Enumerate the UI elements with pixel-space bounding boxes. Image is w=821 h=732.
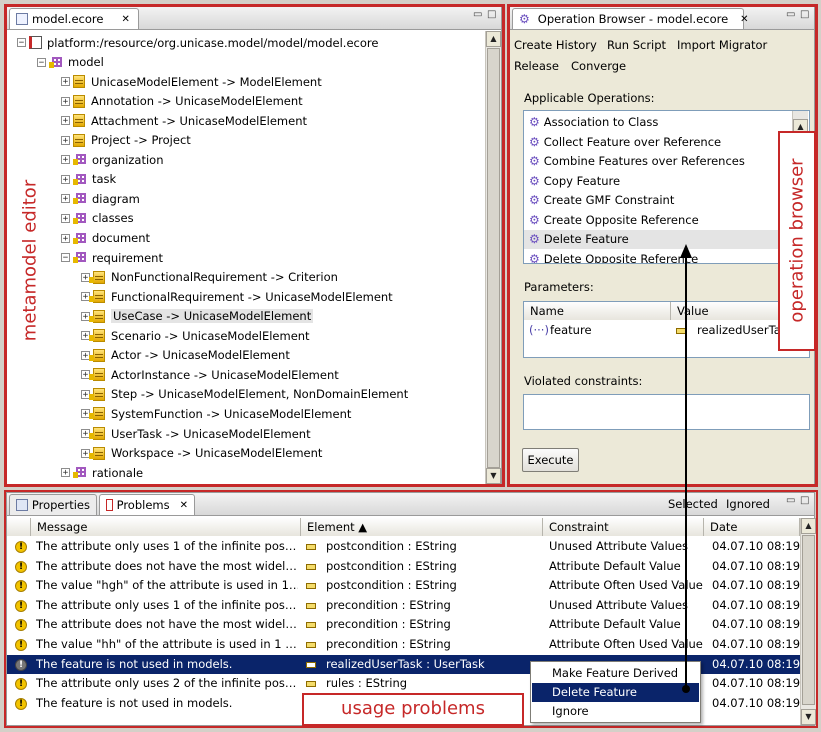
connector-arrow [680, 244, 692, 693]
